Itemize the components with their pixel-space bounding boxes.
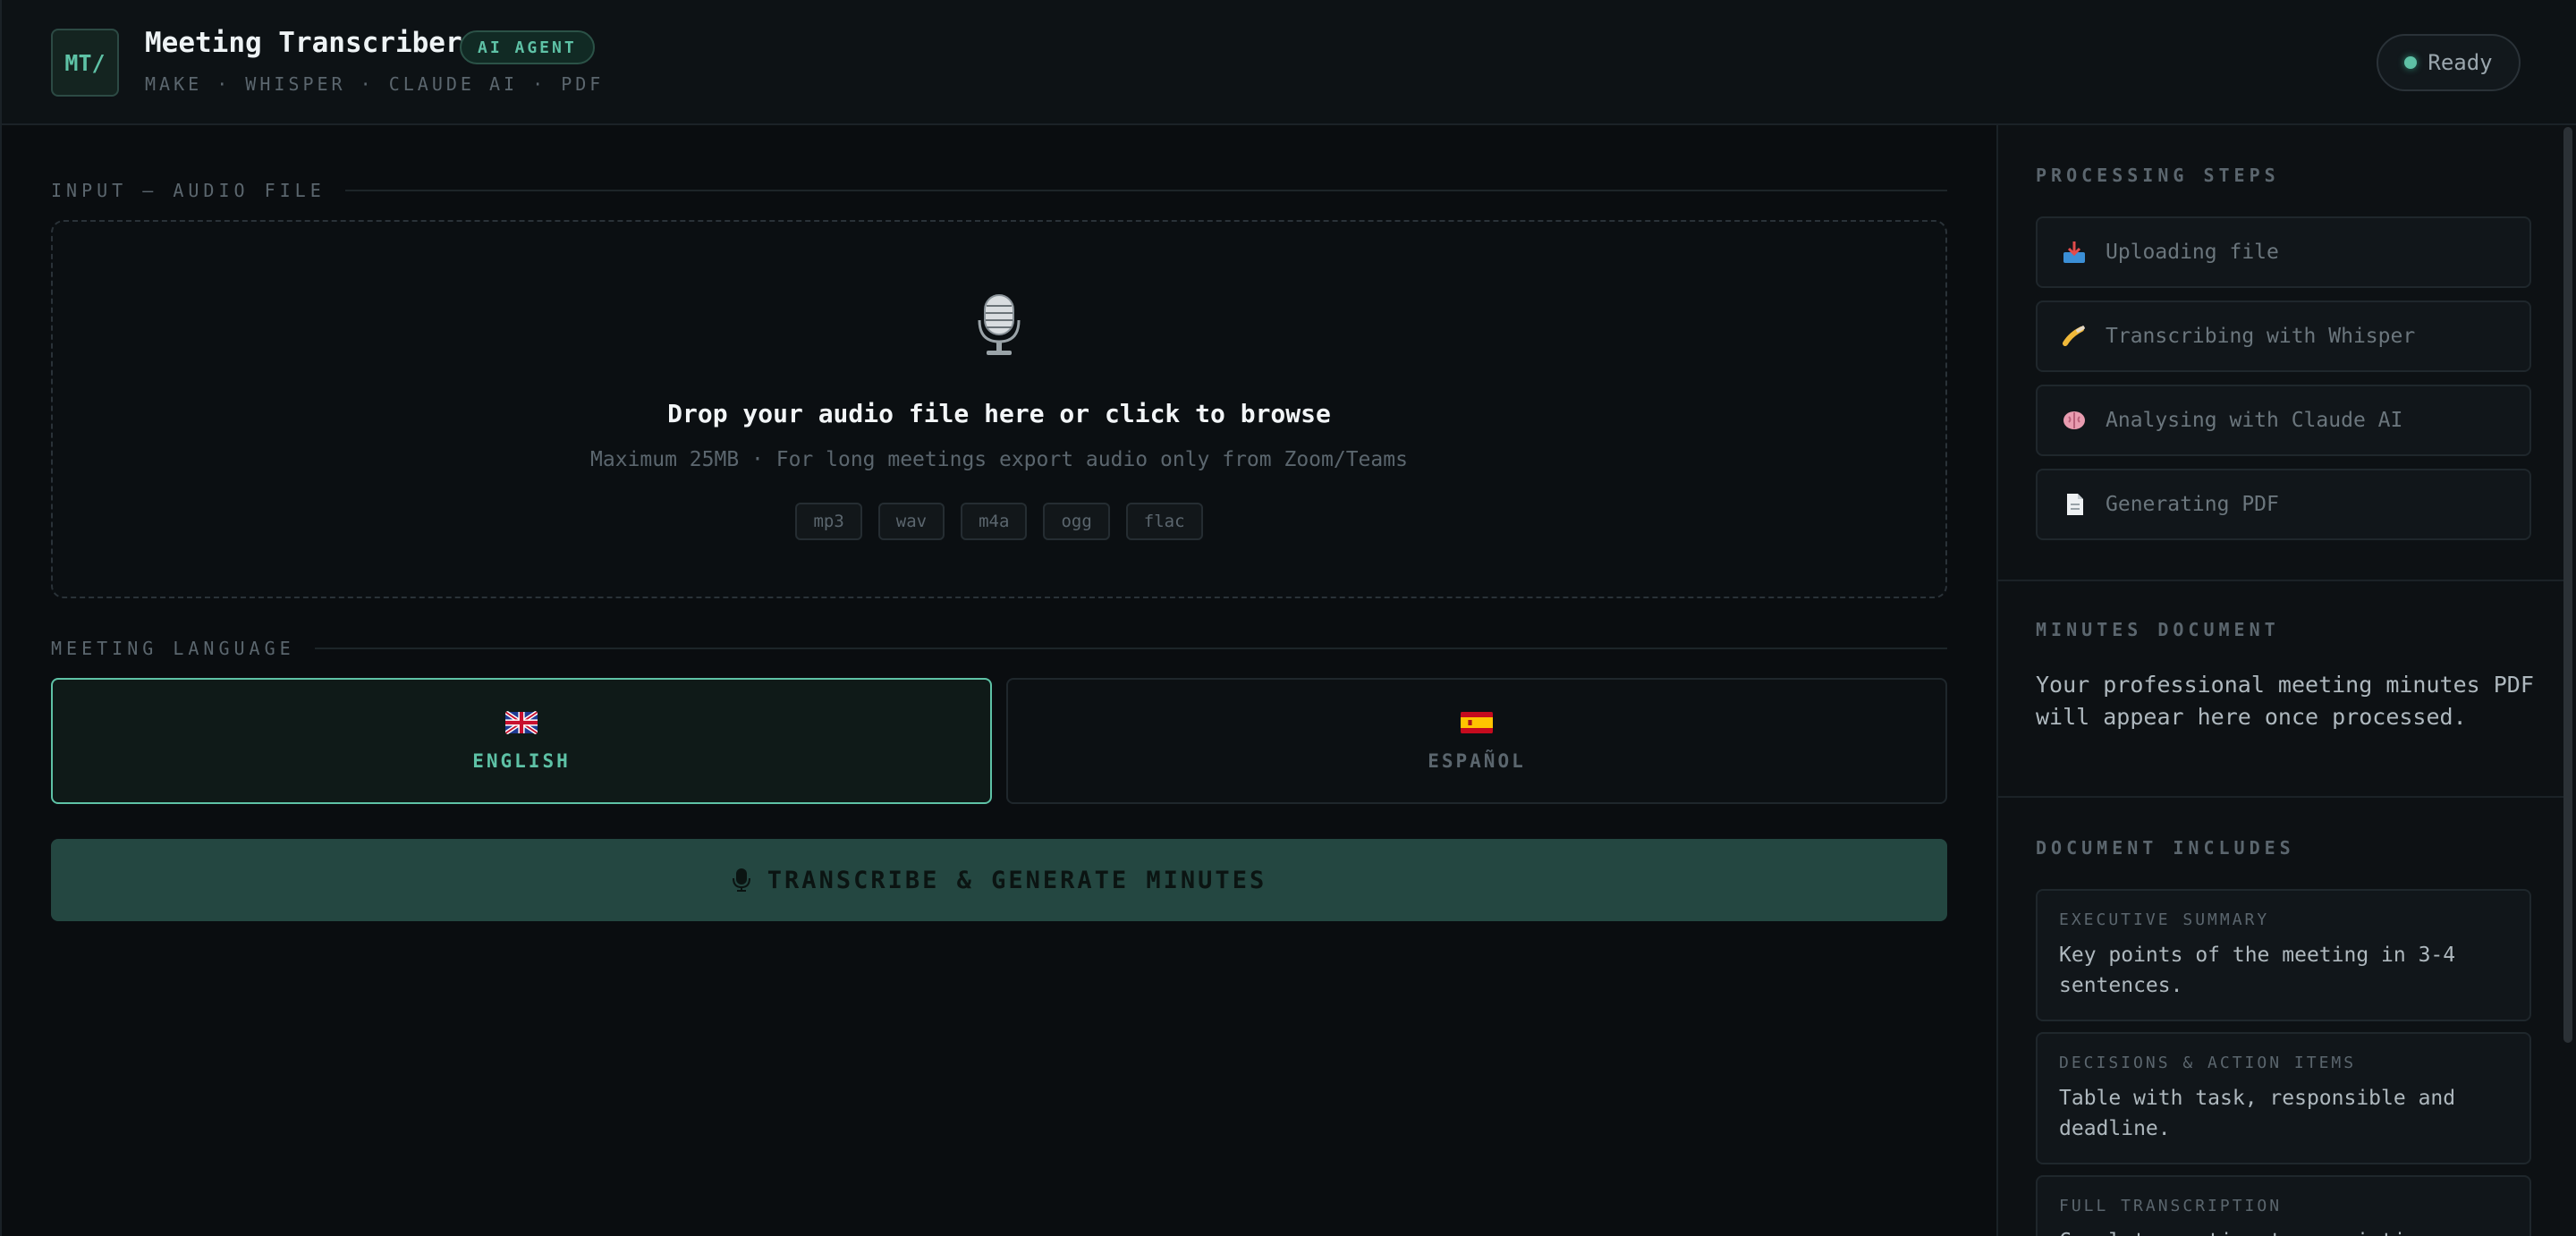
sidebar-divider xyxy=(1998,580,2569,581)
include-title: EXECUTIVE SUMMARY xyxy=(2059,910,2270,929)
sidebar-scrollbar[interactable] xyxy=(2563,127,2572,1043)
section-divider xyxy=(344,190,1947,191)
step-label: Analysing with Claude AI xyxy=(2106,409,2403,432)
format-tag: mp3 xyxy=(795,503,862,540)
include-text: Key points of the meeting in 3-4 sentenc… xyxy=(2059,944,2456,997)
app-subtitle: MAKE · WHISPER · CLAUDE AI · PDF xyxy=(145,73,605,95)
input-section-title: INPUT — AUDIO FILE xyxy=(51,180,326,201)
transcribe-button-label: TRANSCRIBE & GENERATE MINUTES xyxy=(767,866,1267,894)
transcribe-button[interactable]: TRANSCRIBE & GENERATE MINUTES xyxy=(51,839,1947,921)
spain-flag-icon xyxy=(1461,711,1493,733)
dropzone-hint: Maximum 25MB · For long meetings export … xyxy=(590,448,1408,471)
step-label: Generating PDF xyxy=(2106,493,2279,516)
app-window: MT/ Meeting Transcriber AI AGENT MAKE · … xyxy=(0,0,2576,1236)
include-title: DECISIONS & ACTION ITEMS xyxy=(2059,1054,2357,1072)
include-card-full-transcription: FULL TRANSCRIPTION Complete meeting tran… xyxy=(2036,1175,2531,1236)
language-option-english[interactable]: ENGLISH xyxy=(51,678,992,804)
microphone-icon xyxy=(978,294,1021,355)
format-list: mp3 wav m4a ogg flac xyxy=(53,503,1945,540)
language-label: ENGLISH xyxy=(472,749,571,772)
step-generating-pdf: Generating PDF xyxy=(2036,469,2531,540)
language-option-spanish[interactable]: ESPAÑOL xyxy=(1006,678,1947,804)
language-selector: ENGLISH ESPAÑOL xyxy=(51,678,1947,804)
dropzone-title: Drop your audio file here or click to br… xyxy=(667,399,1331,428)
include-title: FULL TRANSCRIPTION xyxy=(2059,1197,2283,1215)
section-divider xyxy=(314,648,1947,649)
language-label: ESPAÑOL xyxy=(1428,749,1526,772)
step-uploading: Uploading file xyxy=(2036,216,2531,288)
format-tag: ogg xyxy=(1043,503,1110,540)
include-card-decisions: DECISIONS & ACTION ITEMS Table with task… xyxy=(2036,1032,2531,1164)
format-tag: wav xyxy=(877,503,945,540)
document-icon xyxy=(2061,491,2088,518)
step-label: Transcribing with Whisper xyxy=(2106,325,2416,348)
sidebar: PROCESSING STEPS Uploading file Transcri… xyxy=(1996,125,2576,1236)
document-includes-label: DOCUMENT INCLUDES xyxy=(2036,837,2295,859)
include-text: Table with task, responsible and deadlin… xyxy=(2059,1087,2456,1140)
step-label: Uploading file xyxy=(2106,241,2279,264)
writing-hand-icon xyxy=(2061,323,2088,350)
format-tag: m4a xyxy=(961,503,1028,540)
brain-icon xyxy=(2061,407,2088,434)
minutes-document-label: MINUTES DOCUMENT xyxy=(2036,619,2280,640)
format-tag: flac xyxy=(1125,503,1203,540)
microphone-icon xyxy=(732,868,750,892)
step-analysing: Analysing with Claude AI xyxy=(2036,385,2531,456)
inbox-tray-icon xyxy=(2061,239,2088,266)
status-text: Ready xyxy=(2428,50,2493,75)
header: MT/ Meeting Transcriber AI AGENT MAKE · … xyxy=(2,0,2576,125)
audio-dropzone[interactable]: Drop your audio file here or click to br… xyxy=(51,220,1947,598)
language-section-label: MEETING LANGUAGE xyxy=(51,638,1947,659)
status-dot-icon xyxy=(2404,56,2418,69)
language-section-title: MEETING LANGUAGE xyxy=(51,638,295,659)
input-section-label: INPUT — AUDIO FILE xyxy=(51,180,1947,201)
processing-steps-label: PROCESSING STEPS xyxy=(2036,165,2280,186)
uk-flag-icon xyxy=(505,710,538,734)
status-indicator: Ready xyxy=(2377,34,2521,91)
minutes-placeholder-text: Your professional meeting minutes PDF wi… xyxy=(2036,672,2534,730)
logo: MT/ xyxy=(51,29,119,97)
step-transcribing: Transcribing with Whisper xyxy=(2036,301,2531,372)
sidebar-divider xyxy=(1998,796,2569,798)
ai-agent-badge: AI AGENT xyxy=(460,30,595,64)
app-title: Meeting Transcriber xyxy=(145,27,462,59)
include-card-executive-summary: EXECUTIVE SUMMARY Key points of the meet… xyxy=(2036,889,2531,1021)
include-text: Complete meeting transcription. xyxy=(2059,1226,2508,1236)
